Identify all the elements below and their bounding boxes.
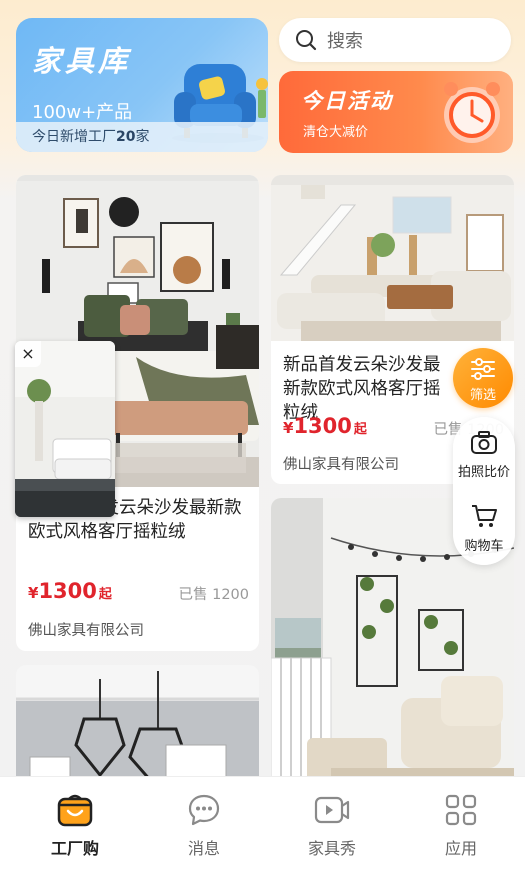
close-video-button[interactable]: × [15, 341, 41, 367]
nav-furniture-show[interactable]: 家具秀 [287, 793, 377, 859]
nav-factory-purchase[interactable]: 工厂购 [30, 793, 120, 859]
product-count-text: 100w+产品 [32, 102, 133, 123]
product-price: ¥1300 起 [28, 579, 112, 603]
photo-compare-button[interactable]: 拍照比价 [453, 431, 515, 480]
today-activity-title: 今日活动 [301, 89, 393, 113]
company-name: 佛山家具有限公司 [28, 623, 144, 639]
product-price: ¥1300 起 [283, 414, 367, 438]
shopping-cart-icon [472, 505, 497, 527]
filter-label: 筛选 [469, 388, 496, 403]
floating-video-preview[interactable]: × [15, 341, 115, 517]
today-activity-banner[interactable]: 今日活动 清仓大减价 [279, 71, 513, 153]
cart-button[interactable]: 购物车 [453, 503, 515, 554]
sold-count: 已售 1200 [178, 587, 249, 603]
furniture-library-banner[interactable]: 家具库 100w+产品 今日新增工厂20家 [16, 18, 268, 152]
new-factory-count: 20 [116, 129, 136, 145]
cart-label: 购物车 [464, 539, 504, 554]
bottom-navigation: 工厂购 消息 家具秀 应用 [0, 776, 525, 872]
chat-bubble-icon [188, 794, 220, 826]
company-name: 佛山家具有限公司 [283, 457, 399, 473]
side-tool-panel: 拍照比价 购物车 [453, 417, 515, 565]
shopping-bag-icon [57, 794, 93, 827]
filter-button[interactable]: 筛选 [453, 348, 513, 408]
product-photo-living-room [271, 175, 514, 341]
camera-icon [471, 431, 497, 454]
photo-compare-label: 拍照比价 [457, 465, 510, 480]
grid-icon [445, 794, 477, 826]
product-title: 新品首发云朵沙发最新款欧式风格客厅摇粒绒 [283, 355, 441, 423]
nav-apps[interactable]: 应用 [416, 793, 506, 859]
furniture-library-title: 家具库 [32, 44, 132, 78]
new-factories-footer: 今日新增工厂20家 [16, 122, 268, 152]
search-icon [296, 30, 317, 51]
alarm-clock-icon [444, 82, 500, 143]
clearance-sale-text: 清仓大减价 [303, 125, 369, 140]
video-icon [314, 796, 350, 824]
filter-sliders-icon [471, 358, 495, 380]
nav-label: 家具秀 [307, 839, 356, 858]
nav-label: 工厂购 [50, 839, 99, 858]
nav-label: 应用 [444, 839, 477, 858]
nav-label: 消息 [187, 839, 220, 858]
search-placeholder: 搜索 [327, 31, 363, 52]
nav-messages[interactable]: 消息 [159, 793, 249, 859]
video-thumbnail [15, 341, 115, 517]
search-input[interactable]: 搜索 [279, 18, 511, 62]
